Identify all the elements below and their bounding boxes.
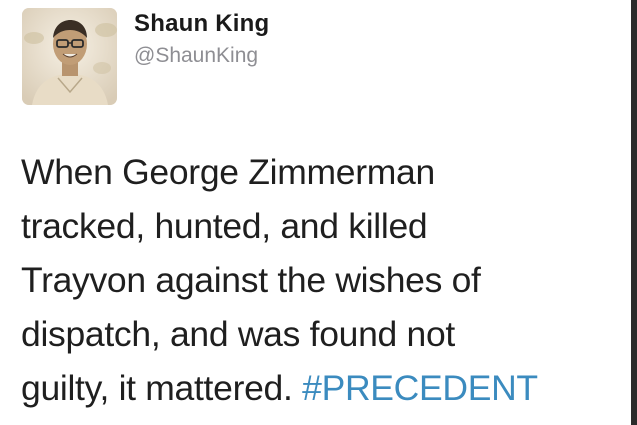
tweet-line-text: guilty, it mattered. — [21, 368, 293, 408]
avatar[interactable] — [22, 8, 117, 105]
user-handle[interactable]: @ShaunKing — [134, 44, 258, 68]
screen-edge — [631, 0, 637, 425]
tweet-line: When George Zimmerman — [21, 152, 435, 192]
tweet-line: dispatch, and was found not — [21, 314, 455, 354]
tweet-text: When George Zimmerman tracked, hunted, a… — [21, 145, 621, 415]
tweet-card: Shaun King @ShaunKing When George Zimmer… — [0, 0, 637, 425]
profile-photo-icon — [22, 8, 117, 105]
hashtag-link[interactable]: #PRECEDENT — [302, 368, 538, 408]
display-name[interactable]: Shaun King — [134, 10, 269, 38]
tweet-line-last: guilty, it mattered. #PRECEDENT — [21, 361, 621, 415]
tweet-line: Trayvon against the wishes of — [21, 260, 481, 300]
tweet-line: tracked, hunted, and killed — [21, 206, 428, 246]
